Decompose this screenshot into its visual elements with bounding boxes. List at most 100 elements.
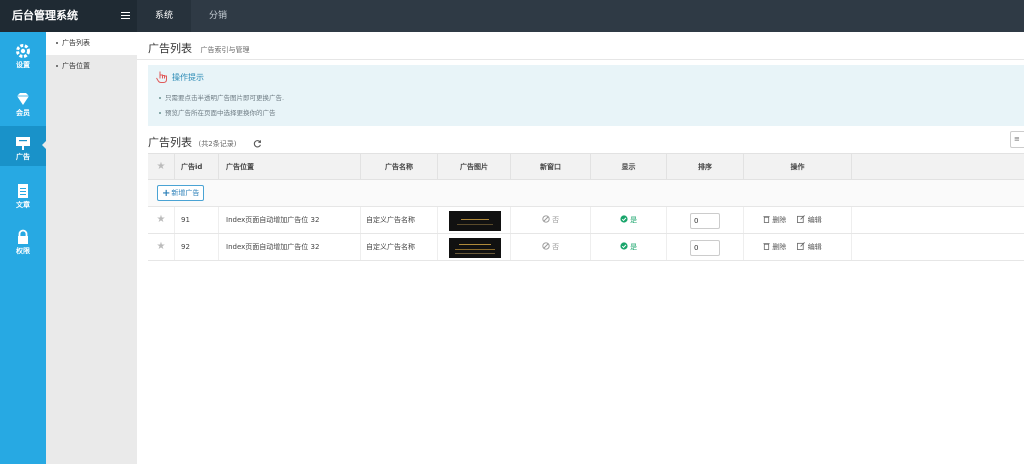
- app-title-text: 后台管理系统: [12, 9, 78, 22]
- sidebar-label: 会员: [16, 109, 30, 117]
- document-icon: [18, 184, 28, 198]
- sub-sidebar: 广告列表 广告位置: [46, 32, 137, 464]
- new-window-value: 否: [552, 216, 560, 224]
- table-row: ★ 92 Index页面自动增加广告位 32 自定义广告名称 否 是 0 删除 …: [148, 234, 1024, 261]
- col-image: 广告图片: [438, 154, 511, 180]
- gear-icon: [16, 44, 30, 58]
- cell-id: 91: [175, 207, 219, 233]
- app-title: 后台管理系统: [0, 0, 137, 32]
- lock-icon: [18, 229, 28, 244]
- main-content: 广告列表 广告索引与管理 操作提示 只需要点击半透明广告图片即可更换广告. 预览…: [137, 32, 1024, 464]
- delete-button[interactable]: 删除: [763, 216, 788, 224]
- display-value: 是: [630, 216, 638, 224]
- tab-system[interactable]: 系统: [137, 0, 192, 32]
- delete-button[interactable]: 删除: [763, 243, 788, 251]
- cell-display[interactable]: 是: [591, 207, 667, 233]
- star-icon: ★: [156, 161, 166, 172]
- cell-new-window[interactable]: 否: [511, 234, 591, 260]
- cell-name: 自定义广告名称: [361, 207, 438, 233]
- tab-distribution[interactable]: 分销: [191, 0, 245, 32]
- column-toggle-button[interactable]: ≡: [1010, 131, 1024, 148]
- sidebar-label: 广告: [16, 153, 30, 161]
- icon-sidebar: 设置 会员 广告 文章 权限: [0, 32, 46, 464]
- page-title: 广告列表: [148, 42, 192, 55]
- cell-action: 删除 编辑: [744, 234, 852, 260]
- sub-item-ad-position[interactable]: 广告位置: [46, 55, 137, 78]
- tips-line: 只需要点击半透明广告图片即可更换广告.: [159, 92, 284, 102]
- cell-new-window[interactable]: 否: [511, 207, 591, 233]
- display-value: 是: [630, 243, 638, 251]
- col-position: 广告位置: [219, 154, 361, 180]
- edit-label: 编辑: [807, 216, 822, 224]
- check-circle-icon: [620, 215, 628, 223]
- edit-label: 编辑: [807, 243, 822, 251]
- refresh-icon[interactable]: [253, 139, 262, 148]
- cell-sort: 0: [667, 207, 744, 233]
- cell-display[interactable]: 是: [591, 234, 667, 260]
- sort-input[interactable]: 0: [690, 213, 720, 229]
- trash-icon: [763, 216, 770, 223]
- hand-pointer-icon: [156, 71, 167, 83]
- tips-line: 预览广告所在页面中选择更换你的广告: [159, 107, 276, 117]
- ban-icon: [542, 242, 550, 250]
- list-header: 广告列表 (共2条记录): [148, 134, 262, 150]
- star-cell[interactable]: ★: [148, 207, 175, 233]
- col-new-window: 新窗口: [511, 154, 591, 180]
- sidebar-label: 文章: [16, 201, 30, 209]
- bullet: [159, 112, 161, 114]
- cell-sort: 0: [667, 234, 744, 260]
- ban-icon: [542, 215, 550, 223]
- table-row: ★ 91 Index页面自动增加广告位 32 自定义广告名称 否 是 0 删除 …: [148, 207, 1024, 234]
- add-ad-button[interactable]: +新增广告: [157, 185, 205, 201]
- ad-image-thumbnail[interactable]: [449, 238, 501, 258]
- star-icon[interactable]: ★: [157, 241, 166, 252]
- top-nav: 系统 分销: [137, 0, 245, 32]
- edit-icon: [797, 215, 806, 223]
- sidebar-item-ads[interactable]: 广告: [0, 126, 46, 166]
- sub-item-ad-list[interactable]: 广告列表: [46, 32, 137, 55]
- bullet: [56, 42, 58, 44]
- col-name: 广告名称: [361, 154, 438, 180]
- sidebar-label: 设置: [16, 61, 30, 69]
- star-header: ★: [148, 154, 175, 180]
- sidebar-item-articles[interactable]: 文章: [0, 174, 46, 214]
- ad-image-thumbnail[interactable]: [449, 211, 501, 231]
- table-header: ★ 广告id 广告位置 广告名称 广告图片 新窗口 显示 排序 操作: [148, 153, 1024, 180]
- delete-label: 删除: [772, 243, 787, 251]
- cell-position: Index页面自动增加广告位 32: [219, 207, 361, 233]
- edit-button[interactable]: 编辑: [797, 242, 822, 251]
- star-cell[interactable]: ★: [148, 234, 175, 260]
- billboard-icon: [16, 137, 30, 150]
- sort-input[interactable]: 0: [690, 240, 720, 256]
- sidebar-item-settings[interactable]: 设置: [0, 34, 46, 74]
- star-icon[interactable]: ★: [157, 214, 166, 225]
- col-sort: 排序: [667, 154, 744, 180]
- sidebar-label: 权限: [16, 247, 30, 255]
- col-display: 显示: [591, 154, 667, 180]
- delete-label: 删除: [772, 216, 787, 224]
- check-circle-icon: [620, 242, 628, 250]
- cell-name: 自定义广告名称: [361, 234, 438, 260]
- menu-toggle-icon[interactable]: [121, 12, 130, 20]
- col-action: 操作: [744, 154, 852, 180]
- page-header: 广告列表 广告索引与管理: [148, 40, 250, 56]
- sidebar-item-members[interactable]: 会员: [0, 82, 46, 122]
- sidebar-item-permissions[interactable]: 权限: [0, 220, 46, 260]
- diamond-icon: [17, 93, 29, 105]
- sub-item-label: 广告列表: [62, 39, 90, 47]
- plus-icon: +: [162, 188, 171, 199]
- divider: [137, 59, 1024, 60]
- cell-image: [438, 234, 511, 260]
- ad-table: ★ 广告id 广告位置 广告名称 广告图片 新窗口 显示 排序 操作 +新增广告…: [148, 153, 1024, 261]
- cell-id: 92: [175, 234, 219, 260]
- sub-item-label: 广告位置: [62, 62, 90, 70]
- add-bar: +新增广告: [148, 180, 1024, 207]
- tips-line-text: 预览广告所在页面中选择更换你的广告: [165, 109, 276, 117]
- edit-button[interactable]: 编辑: [797, 215, 822, 224]
- cell-position: Index页面自动增加广告位 32: [219, 234, 361, 260]
- page-subtitle: 广告索引与管理: [200, 46, 250, 54]
- tips-line-text: 只需要点击半透明广告图片即可更换广告.: [165, 94, 285, 102]
- list-title: 广告列表: [148, 136, 192, 149]
- tips-title: 操作提示: [172, 73, 204, 82]
- col-id: 广告id: [175, 154, 219, 180]
